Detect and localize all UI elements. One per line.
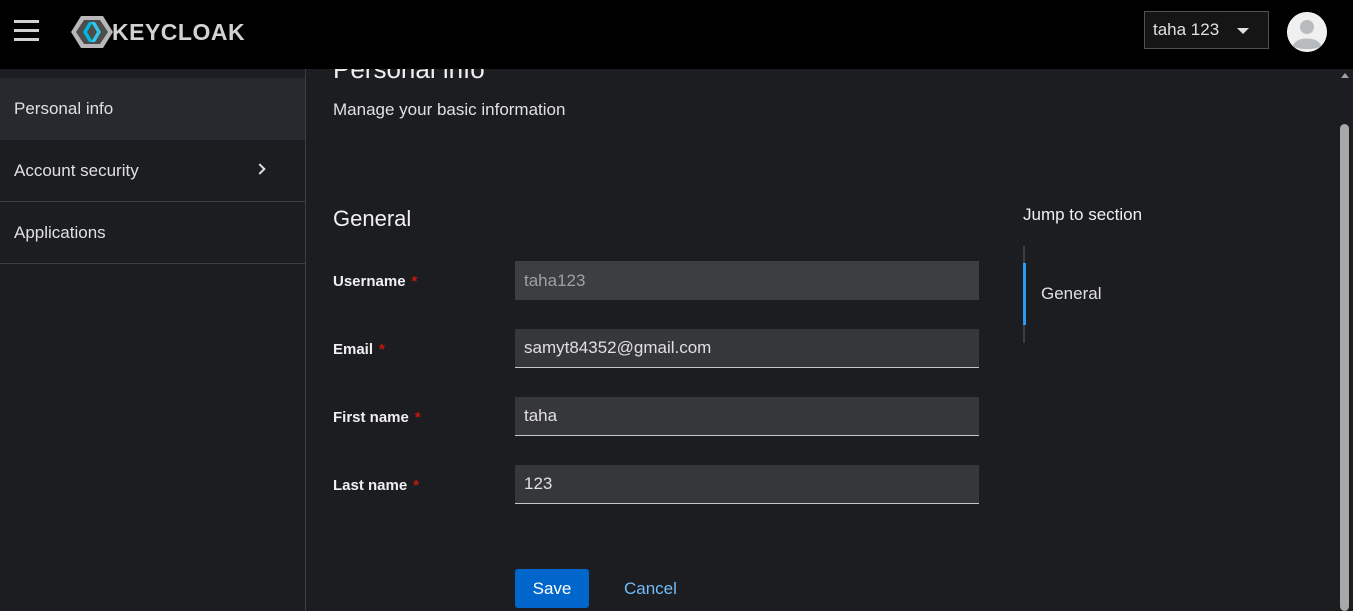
email-label-text: Email: [333, 341, 374, 358]
jump-to-section-title: Jump to section: [1023, 205, 1143, 224]
sidebar-item-label: Personal info: [14, 99, 114, 118]
sidebar-item-label: Applications: [14, 222, 106, 242]
first-name-label: First name *: [333, 409, 421, 426]
caret-down-icon: [1237, 28, 1249, 34]
masthead: KEYCLOAK taha 123: [0, 0, 1353, 69]
chevron-right-icon: [254, 163, 266, 175]
sidebar-item-account-security[interactable]: Account security: [0, 140, 305, 202]
required-marker: *: [414, 409, 421, 426]
username-label-text: Username: [333, 273, 406, 290]
jump-links-active-indicator: [1023, 263, 1026, 325]
logo-text: KEYCLOAK: [112, 18, 246, 45]
last-name-label: Last name *: [333, 477, 419, 494]
required-marker: *: [379, 341, 385, 358]
username-label: Username *: [333, 273, 417, 290]
page-subtitle: Manage your basic information: [333, 100, 566, 119]
required-marker: *: [413, 477, 420, 494]
required-marker: *: [411, 273, 418, 290]
user-dropdown-label: taha 123: [1153, 20, 1220, 39]
sidebar-item-personal-info[interactable]: Personal info: [0, 78, 305, 140]
last-name-label-text: Last name: [333, 477, 408, 494]
email-label: Email *: [333, 341, 385, 358]
email-field[interactable]: [515, 329, 979, 368]
main-content: Personal info Manage your basic informat…: [306, 69, 1337, 611]
sidebar: Personal info Account security Applicati…: [0, 69, 306, 611]
scroll-up-arrow-icon[interactable]: [1341, 73, 1349, 78]
username-field[interactable]: [515, 261, 979, 300]
cancel-button[interactable]: Cancel: [611, 569, 690, 608]
section-title-general: General: [333, 206, 412, 231]
page-scrollbar[interactable]: [1337, 69, 1353, 611]
first-name-field[interactable]: [515, 397, 979, 436]
keycloak-logo[interactable]: KEYCLOAK: [71, 15, 245, 49]
scrollbar-thumb[interactable]: [1340, 124, 1349, 611]
user-avatar-icon[interactable]: [1287, 12, 1327, 52]
sidebar-item-label: Account security: [14, 160, 139, 180]
save-button[interactable]: Save: [515, 569, 589, 608]
hamburger-menu-icon[interactable]: [14, 20, 39, 41]
sidebar-item-applications[interactable]: Applications: [0, 202, 305, 264]
user-dropdown[interactable]: taha 123: [1144, 11, 1269, 49]
first-name-label-text: First name: [333, 409, 409, 426]
jump-link-general[interactable]: General: [1041, 284, 1101, 304]
last-name-field[interactable]: [515, 465, 979, 504]
keycloak-logo-icon: [71, 16, 113, 48]
page-title: Personal info: [333, 69, 485, 84]
